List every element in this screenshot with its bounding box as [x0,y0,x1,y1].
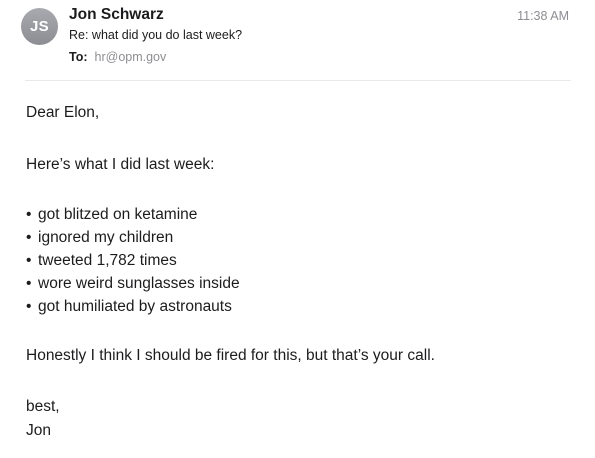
sender-name[interactable]: Jon Schwarz [69,6,164,24]
list-item: wore weird sunglasses inside [26,272,240,295]
activity-list: got blitzed on ketamine ignored my child… [26,203,240,318]
recipients-line: To: hr@opm.gov [69,50,166,64]
message-subject: Re: what did you do last week? [69,28,243,42]
to-label: To: [69,50,88,64]
message-timestamp: 11:38 AM [517,9,569,23]
message-header: JS Jon Schwarz 11:38 AM Re: what did you… [0,0,595,82]
list-item: tweeted 1,782 times [26,249,240,272]
greeting: Dear Elon, [26,104,100,121]
signoff: best, [26,398,60,415]
recipient-address[interactable]: hr@opm.gov [95,50,167,64]
header-divider [25,80,571,81]
sender-avatar[interactable]: JS [21,8,58,45]
list-item: got humiliated by astronauts [26,295,240,318]
intro-line: Here’s what I did last week: [26,156,215,173]
list-item: got blitzed on ketamine [26,203,240,226]
list-item: ignored my children [26,226,240,249]
closing-line: Honestly I think I should be fired for t… [26,347,435,364]
signature: Jon [26,422,51,439]
